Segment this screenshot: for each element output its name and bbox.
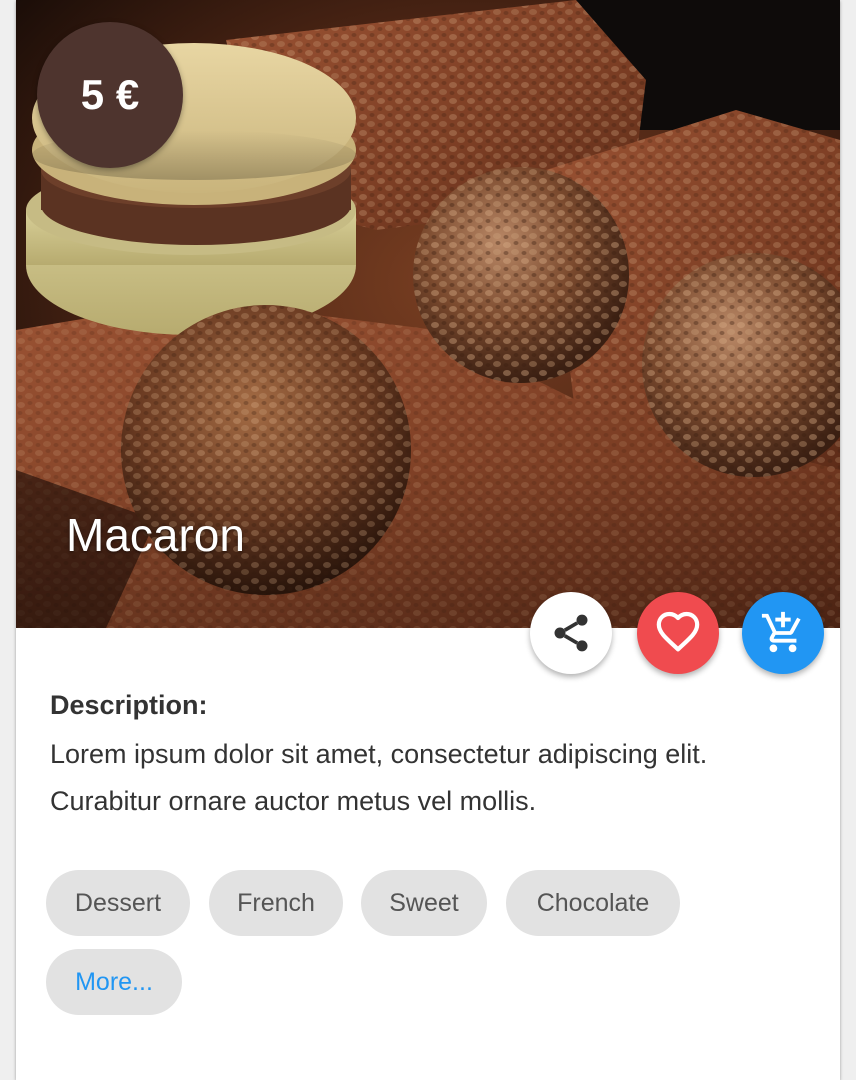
- tag-chip-dessert[interactable]: Dessert: [46, 870, 190, 936]
- price-badge: 5 €: [37, 22, 183, 168]
- favorite-button[interactable]: [637, 592, 719, 674]
- tag-chip-french[interactable]: French: [209, 870, 343, 936]
- add-to-cart-button[interactable]: [742, 592, 824, 674]
- add-shopping-cart-icon: [761, 611, 801, 653]
- description-text: Lorem ipsum dolor sit amet, consectetur …: [50, 739, 708, 816]
- description-section: Description: Lorem ipsum dolor sit amet,…: [50, 690, 810, 825]
- description-label: Description:: [50, 690, 208, 720]
- tag-chip-chocolate[interactable]: Chocolate: [506, 870, 680, 936]
- product-title: Macaron: [66, 509, 245, 561]
- chocolate-ball-middle: [413, 167, 629, 383]
- product-image: 5 € Macaron: [16, 0, 840, 628]
- share-icon: [554, 614, 588, 652]
- product-card: 5 € Macaron Description: Lorem ipsum dol…: [16, 0, 840, 1080]
- tag-chip-sweet[interactable]: Sweet: [361, 870, 487, 936]
- share-button[interactable]: [530, 592, 612, 674]
- heart-icon: [656, 611, 700, 652]
- more-tags-link[interactable]: More...: [46, 949, 182, 1015]
